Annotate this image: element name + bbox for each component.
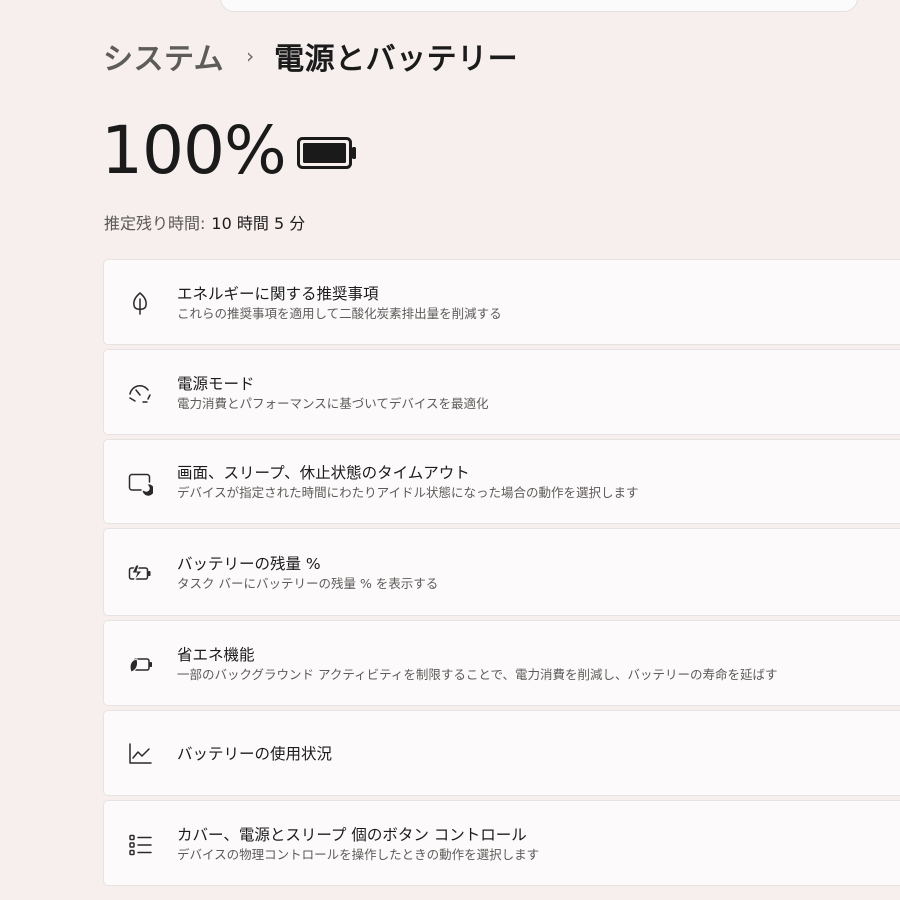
remaining-time-value: 10 時間 5 分 [211, 214, 306, 233]
breadcrumb-separator: › [246, 44, 255, 68]
setting-title: カバー、電源とスリープ 個のボタン コントロール [177, 826, 527, 844]
remaining-time-label: 推定残り時間: [104, 214, 206, 233]
setting-title: 画面、スリープ、休止状態のタイムアウト [177, 464, 470, 482]
screen-sleep-icon [126, 469, 154, 497]
setting-description: デバイスの物理コントロールを操作したときの動作を選択します [177, 847, 540, 862]
setting-description: デバイスが指定された時間にわたりアイドル状態になった場合の動作を選択します [177, 485, 639, 500]
usage-chart-icon [126, 740, 154, 768]
setting-description: タスク バーにバッテリーの残量 % を表示する [177, 576, 439, 591]
setting-title: 省エネ機能 [177, 646, 255, 664]
power-mode-gauge-icon [126, 379, 154, 407]
leaf-icon [126, 289, 154, 317]
setting-energy-saver[interactable]: 省エネ機能 一部のバックグラウンド アクティビティを制限することで、電力消費を削… [103, 620, 900, 706]
setting-screen-sleep-timeout[interactable]: 画面、スリープ、休止状態のタイムアウト デバイスが指定された時間にわたりアイドル… [103, 439, 900, 524]
setting-description: 一部のバックグラウンド アクティビティを制限することで、電力消費を削減し、バッテ… [177, 667, 778, 682]
setting-title: エネルギーに関する推奨事項 [177, 285, 379, 303]
setting-energy-recommendations[interactable]: エネルギーに関する推奨事項 これらの推奨事項を適用して二酸化炭素排出量を削減する [103, 259, 900, 345]
breadcrumb-parent-link[interactable]: システム [103, 34, 224, 78]
breadcrumb: システム › 電源とバッテリー [103, 34, 518, 78]
setting-title: バッテリーの使用状況 [177, 745, 333, 763]
search-box[interactable] [220, 0, 858, 12]
battery-fill [303, 143, 346, 163]
setting-title: バッテリーの残量 % [177, 555, 321, 573]
setting-title: 電源モード [177, 375, 255, 393]
setting-description: これらの推奨事項を適用して二酸化炭素排出量を削減する [177, 306, 502, 321]
setting-battery-usage[interactable]: バッテリーの使用状況 [103, 710, 900, 796]
estimated-remaining-time: 推定残り時間: 10 時間 5 分 [104, 210, 305, 234]
battery-percentage: 100% [101, 112, 287, 189]
setting-battery-percentage[interactable]: バッテリーの残量 % タスク バーにバッテリーの残量 % を表示する [103, 528, 900, 616]
setting-cover-power-sleep-buttons[interactable]: カバー、電源とスリープ 個のボタン コントロール デバイスの物理コントロールを操… [103, 800, 900, 886]
battery-icon [297, 137, 356, 169]
setting-description: 電力消費とパフォーマンスに基づいてデバイスを最適化 [177, 396, 489, 411]
energy-saver-icon [126, 650, 154, 678]
page-title: 電源とバッテリー [274, 42, 519, 77]
setting-power-mode[interactable]: 電源モード 電力消費とパフォーマンスに基づいてデバイスを最適化 [103, 349, 900, 435]
list-icon [126, 831, 154, 859]
battery-charging-icon [126, 559, 154, 587]
